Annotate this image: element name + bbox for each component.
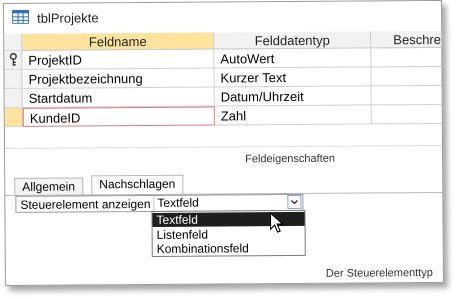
splitter[interactable]: [5, 144, 443, 149]
property-value-combo[interactable]: Textfeld: [153, 195, 289, 211]
field-description-cell[interactable]: [371, 47, 444, 68]
field-name-cell[interactable]: Startdatum: [22, 87, 215, 108]
field-name-cell[interactable]: ProjektID: [22, 49, 215, 70]
chevron-down-icon: [290, 199, 298, 205]
dropdown-button[interactable]: [287, 194, 302, 210]
select-all-corner[interactable]: [4, 33, 23, 51]
property-name: Steuerelement anzeigen: [20, 196, 151, 212]
field-type-cell[interactable]: Datum/Uhrzeit: [214, 86, 372, 107]
primary-key-icon: [9, 52, 17, 66]
table-icon: [12, 9, 30, 24]
tab-nachschlagen[interactable]: Nachschlagen: [91, 174, 184, 196]
field-description-cell[interactable]: [371, 85, 444, 106]
column-header-feldname[interactable]: Feldname: [22, 32, 215, 51]
property-value: Textfeld: [157, 195, 199, 210]
field-description-cell[interactable]: [371, 66, 444, 87]
field-properties-label: Feldeigenschaften: [245, 152, 336, 166]
dropdown-option-kombinationsfeld[interactable]: Kombinationsfeld: [153, 241, 305, 256]
row-selector-2[interactable]: [4, 69, 23, 89]
tab-allgemein[interactable]: Allgemein: [14, 177, 84, 195]
column-header-beschreibung[interactable]: Beschreibung: [371, 30, 444, 49]
window-title: tblProjekte: [37, 10, 99, 26]
column-header-felddatentyp[interactable]: Felddatentyp: [214, 31, 372, 50]
row-selector-current[interactable]: [4, 107, 23, 127]
property-help-text: Der Steuerelementtyp: [325, 267, 433, 280]
row-selector-1[interactable]: [4, 50, 23, 70]
field-name-cell-current[interactable]: KundeID: [22, 106, 215, 127]
field-type-cell[interactable]: AutoWert: [214, 48, 372, 69]
row-selector-3[interactable]: [4, 88, 23, 108]
field-name-cell[interactable]: Projektbezeichnung: [22, 68, 215, 89]
mouse-cursor-icon: [269, 212, 284, 233]
table-design-window: tblProjekte Feldname Felddatentyp Beschr…: [3, 0, 444, 286]
field-type-cell[interactable]: Zahl: [214, 105, 372, 126]
field-type-cell[interactable]: Kurzer Text: [214, 67, 372, 88]
title-bar: tblProjekte: [4, 0, 442, 32]
field-description-cell[interactable]: [371, 104, 444, 125]
